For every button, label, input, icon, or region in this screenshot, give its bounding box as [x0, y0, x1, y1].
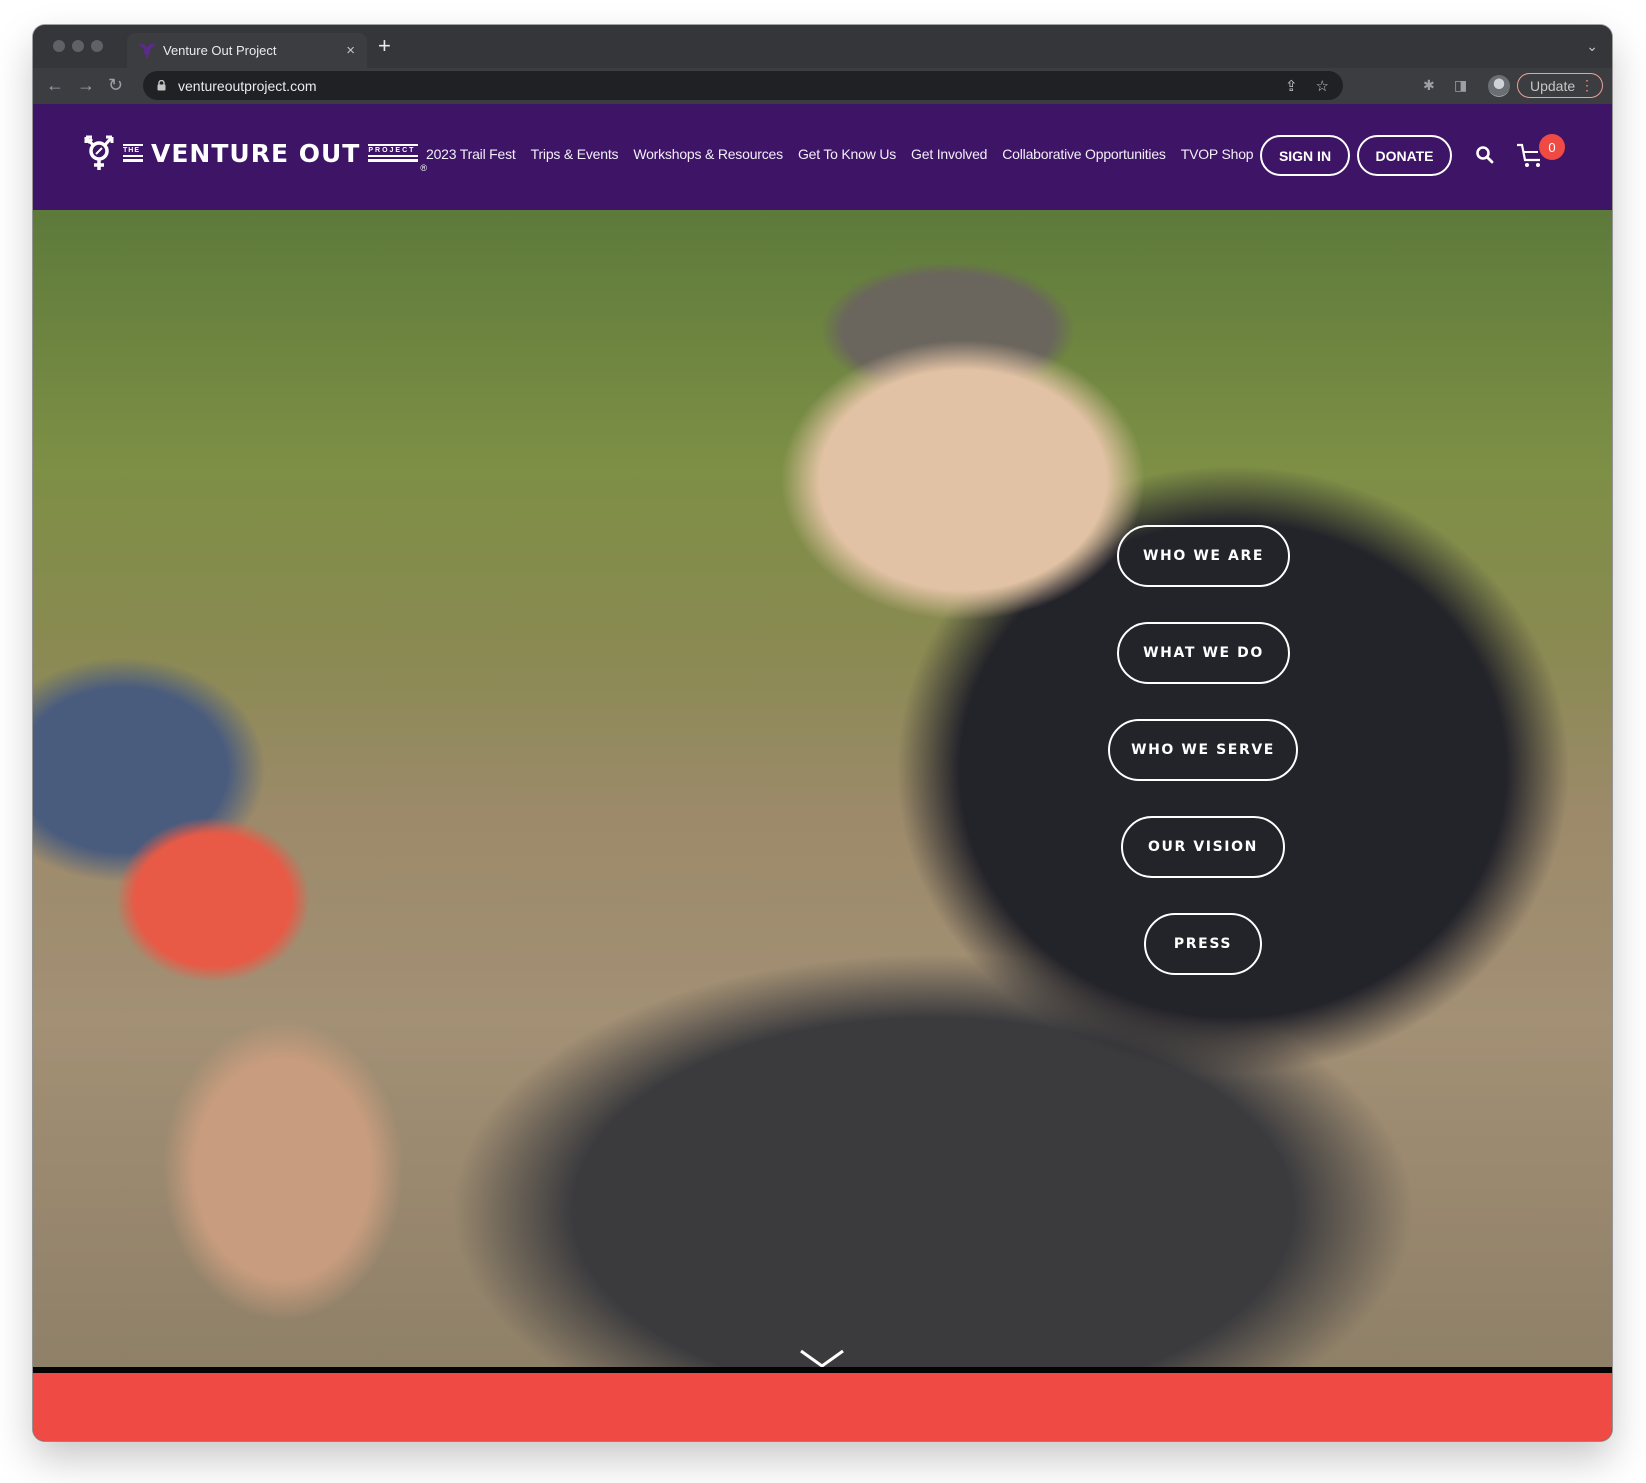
hero-nav: WHO WE ARE WHAT WE DO WHO WE SERVE OUR V…	[33, 210, 1612, 1367]
update-button[interactable]: Update ⋮	[1517, 73, 1603, 98]
registered-mark: ®	[420, 163, 427, 173]
tab-search-chevron-icon[interactable]: ⌄	[1586, 38, 1598, 55]
share-icon[interactable]: ⇪	[1285, 77, 1298, 95]
extensions-puzzle-icon[interactable]: ✱	[1423, 77, 1435, 94]
side-panel-icon[interactable]: ◨	[1454, 77, 1467, 94]
logo-name: VENTURE OUT	[151, 138, 361, 168]
close-window-button[interactable]	[53, 40, 65, 52]
nav-get-to-know-us[interactable]: Get To Know Us	[798, 146, 896, 162]
our-vision-button[interactable]: OUR VISION	[1121, 816, 1285, 878]
search-icon[interactable]	[1475, 145, 1495, 165]
sign-in-button[interactable]: SIGN IN	[1260, 135, 1350, 176]
address-bar[interactable]: ventureoutproject.com ⇪ ☆	[143, 71, 1343, 100]
reload-button[interactable]: ↻	[108, 74, 123, 96]
trans-symbol-compass-icon	[84, 135, 114, 170]
lock-icon	[157, 80, 166, 91]
minimize-window-button[interactable]	[72, 40, 84, 52]
press-button[interactable]: PRESS	[1144, 913, 1262, 975]
nav-trail-fest[interactable]: 2023 Trail Fest	[426, 146, 516, 162]
who-we-are-button[interactable]: WHO WE ARE	[1117, 525, 1290, 587]
site-logo[interactable]: THE VENTURE OUT PROJECT ®	[83, 133, 427, 173]
maximize-window-button[interactable]	[91, 40, 103, 52]
what-we-do-button[interactable]: WHAT WE DO	[1117, 622, 1290, 684]
forward-button[interactable]: →	[77, 74, 95, 96]
bookmark-star-icon[interactable]: ☆	[1316, 77, 1329, 95]
main-nav: 2023 Trail Fest Trips & Events Workshops…	[426, 146, 1254, 162]
tab-close-icon[interactable]: ×	[346, 42, 355, 59]
browser-window: Venture Out Project × + ⌄ ← → ↻ ventureo…	[33, 25, 1612, 1441]
url-text: ventureoutproject.com	[178, 77, 317, 94]
logo-project: PROJECT	[368, 144, 419, 162]
logo-the: THE	[123, 144, 143, 162]
tab-title: Venture Out Project	[163, 43, 277, 58]
nav-tvop-shop[interactable]: TVOP Shop	[1181, 146, 1254, 162]
cart-count-badge: 0	[1539, 134, 1565, 160]
donate-button[interactable]: DONATE	[1357, 135, 1452, 176]
nav-collaborative-opportunities[interactable]: Collaborative Opportunities	[1002, 146, 1166, 162]
tab-strip: Venture Out Project × + ⌄	[33, 25, 1612, 68]
scroll-down-chevron-icon[interactable]	[798, 1347, 846, 1367]
red-section-band	[33, 1373, 1612, 1441]
nav-trips-events[interactable]: Trips & Events	[531, 146, 619, 162]
new-tab-button[interactable]: +	[378, 35, 391, 57]
browser-tab[interactable]: Venture Out Project ×	[127, 33, 367, 68]
more-menu-icon[interactable]: ⋮	[1580, 76, 1594, 94]
nav-get-involved[interactable]: Get Involved	[911, 146, 987, 162]
profile-avatar[interactable]	[1488, 75, 1510, 97]
nav-workshops-resources[interactable]: Workshops & Resources	[633, 146, 783, 162]
site-header: THE VENTURE OUT PROJECT ® 2023 Trail Fes…	[33, 104, 1612, 210]
who-we-serve-button[interactable]: WHO WE SERVE	[1108, 719, 1298, 781]
back-button[interactable]: ←	[46, 74, 64, 96]
hero-video-background: WHO WE ARE WHAT WE DO WHO WE SERVE OUR V…	[33, 210, 1612, 1367]
browser-toolbar: ← → ↻ ventureoutproject.com ⇪ ☆ ✱ ◨ Upda…	[33, 68, 1612, 105]
update-label: Update	[1530, 77, 1576, 94]
site-favicon-icon	[139, 43, 155, 58]
